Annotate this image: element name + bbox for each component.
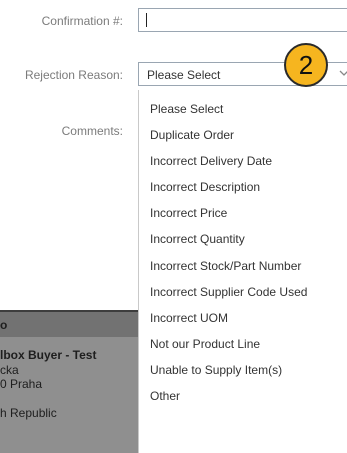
rejection-reason-selected: Please Select	[147, 68, 221, 82]
option-incorrect-delivery-date[interactable]: Incorrect Delivery Date	[139, 151, 347, 177]
option-incorrect-uom[interactable]: Incorrect UOM	[139, 308, 347, 334]
confirmation-label: Confirmation #:	[41, 14, 123, 28]
ship-to-panel-header: o	[0, 310, 138, 337]
address-country: h Republic	[0, 406, 57, 420]
confirmation-input[interactable]	[138, 8, 347, 32]
address-line-1: cka	[0, 363, 19, 377]
option-incorrect-supplier-code-used[interactable]: Incorrect Supplier Code Used	[139, 282, 347, 308]
option-duplicate-order[interactable]: Duplicate Order	[139, 125, 347, 151]
address-line-2: 0 Praha	[0, 377, 43, 391]
panel-header-text: o	[0, 318, 8, 332]
option-incorrect-description[interactable]: Incorrect Description	[139, 177, 347, 203]
option-incorrect-quantity[interactable]: Incorrect Quantity	[139, 229, 347, 255]
ship-to-panel: o lbox Buyer - Test cka 0 Praha h Republ…	[0, 310, 138, 453]
option-incorrect-price[interactable]: Incorrect Price	[139, 203, 347, 229]
step-number-badge: 2	[284, 43, 328, 87]
rejection-reason-dropdown: Please Select Duplicate Order Incorrect …	[138, 90, 347, 453]
comments-label: Comments:	[61, 124, 123, 138]
buyer-name: lbox Buyer - Test	[0, 348, 97, 362]
text-caret	[146, 13, 147, 27]
option-unable-to-supply-items[interactable]: Unable to Supply Item(s)	[139, 360, 347, 386]
option-incorrect-stock-part-number[interactable]: Incorrect Stock/Part Number	[139, 256, 347, 282]
option-please-select[interactable]: Please Select	[139, 99, 347, 125]
option-other[interactable]: Other	[139, 386, 347, 412]
chevron-down-icon[interactable]	[337, 66, 347, 80]
option-not-our-product-line[interactable]: Not our Product Line	[139, 334, 347, 360]
rejection-reason-options: Please Select Duplicate Order Incorrect …	[139, 90, 347, 412]
rejection-reason-label: Rejection Reason:	[24, 68, 123, 82]
